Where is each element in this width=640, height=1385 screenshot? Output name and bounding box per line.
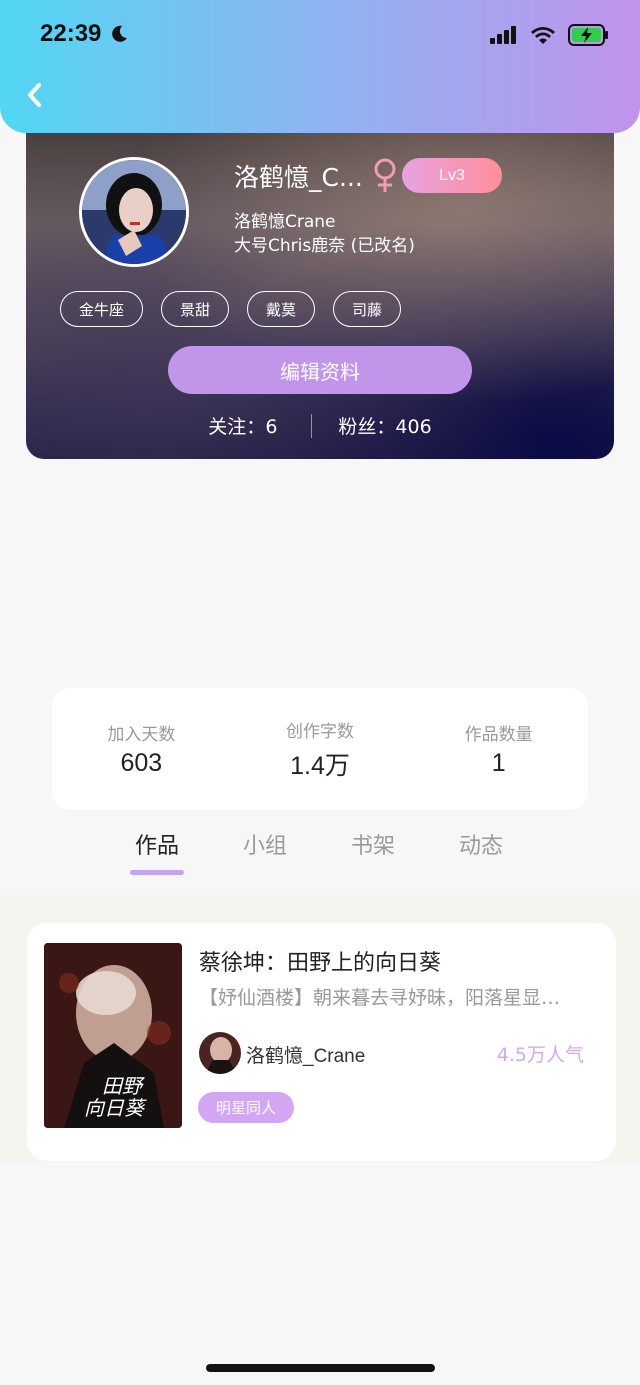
fans-label: 粉丝： (338, 416, 396, 438)
stat-label: 作品数量 (464, 725, 533, 745)
svg-text:田野: 田野 (102, 1074, 145, 1098)
following-count: 6 (265, 416, 278, 438)
level-badge: Lv3 (402, 158, 502, 193)
profile-tabs: 作品 小组 书架 动态 (130, 828, 508, 875)
home-indicator[interactable] (206, 1364, 435, 1372)
following-label: 关注： (208, 416, 266, 438)
female-icon (374, 158, 396, 192)
tag-item[interactable]: 景甜 (161, 291, 230, 327)
edit-profile-button[interactable]: 编辑资料 (168, 346, 472, 394)
tab-groups[interactable]: 小组 (238, 828, 292, 860)
tab-label: 作品 (134, 834, 179, 859)
wifi-icon (531, 27, 555, 44)
profile-card: 洛鹤憶_C... Lv3 洛鹤憶Crane 大号Chris鹿奈 (已改名) 金牛… (26, 100, 614, 459)
user-name: 洛鹤憶_C... (234, 163, 363, 192)
stat-join-days: 加入天数 603 (61, 720, 221, 778)
svg-text:向日葵: 向日葵 (84, 1096, 147, 1120)
stat-label: 加入天数 (107, 725, 176, 745)
work-title: 蔡徐坤：田野上的向日葵 (199, 951, 442, 976)
follow-stats: 关注：6 粉丝：406 (26, 412, 614, 439)
work-card[interactable]: 田野 向日葵 蔡徐坤：田野上的向日葵 【妤仙酒楼】朝来暮去寻妤昧，阳落星显… 洛… (27, 923, 616, 1161)
stat-label: 创作字数 (285, 721, 354, 742)
tab-bookshelf[interactable]: 书架 (346, 828, 400, 860)
tag-item[interactable]: 金牛座 (60, 291, 144, 327)
stat-value: 1.4万 (290, 751, 350, 780)
status-icons (490, 24, 610, 46)
work-description: 【妤仙酒楼】朝来暮去寻妤昧，阳落星显… (199, 987, 561, 1009)
stat-word-count: 创作字数 1.4万 (240, 717, 400, 782)
tab-activity[interactable]: 动态 (454, 828, 508, 860)
divider (311, 413, 313, 438)
top-header: 22:39 (0, 0, 640, 133)
author-name: 洛鹤憶_Crane (246, 1046, 366, 1067)
tag-list: 金牛座 景甜 戴莫 司藤 (60, 291, 402, 327)
stat-work-count: 作品数量 1 (419, 720, 579, 778)
battery-charging-icon (568, 24, 608, 46)
book-cover[interactable]: 田野 向日葵 (44, 943, 182, 1128)
active-tab-indicator (130, 870, 184, 875)
genre-badge[interactable]: 明星同人 (198, 1092, 295, 1123)
stat-value: 1 (491, 749, 506, 777)
popularity-count: 4.5万人气 (496, 1044, 584, 1066)
avatar[interactable] (79, 157, 189, 267)
back-icon[interactable] (20, 80, 50, 110)
stats-card: 加入天数 603 创作字数 1.4万 作品数量 1 (52, 688, 588, 810)
fans-link[interactable]: 粉丝：406 (338, 412, 431, 439)
tab-label: 小组 (242, 834, 287, 859)
status-time: 22:39 (40, 20, 129, 48)
alt-account-note: 大号Chris鹿奈 (已改名) (234, 236, 415, 256)
tab-label: 动态 (458, 834, 503, 859)
following-link[interactable]: 关注：6 (208, 412, 277, 439)
moon-icon (112, 25, 128, 42)
tag-item[interactable]: 司藤 (333, 291, 402, 327)
fans-count: 406 (395, 416, 432, 438)
tag-item[interactable]: 戴莫 (247, 291, 316, 327)
tab-works[interactable]: 作品 (130, 828, 184, 875)
signal-icon (490, 26, 516, 44)
user-subname: 洛鹤憶Crane (234, 212, 336, 232)
status-time-text: 22:39 (40, 20, 102, 47)
author-avatar[interactable] (199, 1032, 241, 1074)
tab-label: 书架 (350, 834, 395, 859)
works-list: 田野 向日葵 蔡徐坤：田野上的向日葵 【妤仙酒楼】朝来暮去寻妤昧，阳落星显… 洛… (0, 895, 640, 1162)
stat-value: 603 (120, 749, 163, 777)
